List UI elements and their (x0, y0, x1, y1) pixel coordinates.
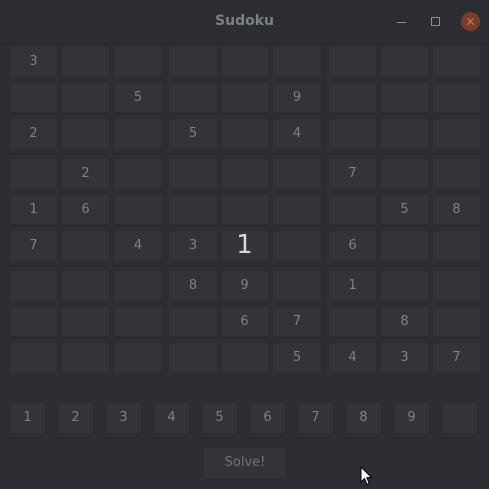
sudoku-cell[interactable] (272, 230, 322, 261)
sudoku-cell[interactable] (272, 194, 322, 225)
sudoku-cell[interactable]: 4 (113, 230, 163, 261)
sudoku-cell[interactable]: 8 (432, 194, 481, 225)
sudoku-cell[interactable] (168, 82, 218, 113)
sudoku-cell[interactable] (61, 82, 110, 113)
numpad-button[interactable]: 8 (345, 402, 382, 434)
minimize-icon[interactable] (393, 13, 411, 31)
sudoku-cell[interactable]: 2 (61, 158, 110, 189)
maximize-icon[interactable] (427, 13, 445, 31)
numpad-button[interactable]: 6 (249, 402, 286, 434)
sudoku-cell[interactable] (432, 230, 481, 261)
solve-button[interactable]: Solve! (203, 447, 287, 479)
sudoku-cell[interactable] (380, 158, 429, 189)
sudoku-cell[interactable]: 1 (9, 194, 58, 225)
sudoku-cell[interactable] (113, 194, 163, 225)
sudoku-cell[interactable]: 4 (328, 342, 377, 373)
sudoku-cell[interactable] (168, 46, 218, 77)
numpad-button[interactable] (441, 402, 478, 434)
sudoku-cell[interactable] (9, 82, 58, 113)
sudoku-cell[interactable] (220, 194, 269, 225)
window-title: Sudoku (215, 13, 274, 29)
sudoku-cell[interactable]: 6 (220, 306, 269, 337)
sudoku-cell[interactable] (220, 158, 269, 189)
sudoku-cell[interactable] (328, 46, 377, 77)
sudoku-cell[interactable] (61, 306, 110, 337)
title-bar: Sudoku (0, 0, 489, 44)
close-icon[interactable] (461, 12, 480, 31)
sudoku-cell[interactable] (168, 306, 218, 337)
sudoku-cell[interactable]: 6 (61, 194, 110, 225)
sudoku-cell[interactable]: 5 (113, 82, 163, 113)
sudoku-cell[interactable] (272, 158, 322, 189)
sudoku-cell[interactable] (432, 46, 481, 77)
numpad-button[interactable]: 7 (297, 402, 334, 434)
sudoku-cell[interactable]: 6 (328, 230, 377, 261)
numpad-button[interactable]: 4 (153, 402, 190, 434)
sudoku-cell[interactable]: 4 (272, 118, 322, 149)
numpad-button[interactable]: 1 (9, 402, 46, 434)
sudoku-cell[interactable]: 8 (380, 306, 429, 337)
sudoku-cell[interactable]: 9 (220, 270, 269, 301)
sudoku-cell[interactable] (9, 270, 58, 301)
sudoku-cell[interactable] (432, 82, 481, 113)
sudoku-cell[interactable] (61, 270, 110, 301)
sudoku-cell[interactable] (220, 82, 269, 113)
numpad-button[interactable]: 5 (201, 402, 238, 434)
sudoku-cell[interactable]: 7 (328, 158, 377, 189)
sudoku-cell[interactable]: 9 (272, 82, 322, 113)
sudoku-cell[interactable] (9, 342, 58, 373)
sudoku-cell[interactable] (220, 118, 269, 149)
sudoku-cell[interactable] (272, 270, 322, 301)
numpad-button[interactable]: 2 (57, 402, 94, 434)
sudoku-cell[interactable] (328, 194, 377, 225)
sudoku-cell[interactable] (380, 82, 429, 113)
sudoku-cell[interactable] (380, 270, 429, 301)
sudoku-cell[interactable] (9, 306, 58, 337)
sudoku-cell[interactable] (113, 342, 163, 373)
sudoku-cell[interactable] (168, 342, 218, 373)
sudoku-cell[interactable] (113, 306, 163, 337)
sudoku-cell[interactable] (432, 306, 481, 337)
sudoku-cell[interactable] (61, 342, 110, 373)
numpad-button[interactable]: 9 (393, 402, 430, 434)
sudoku-cell[interactable] (272, 46, 322, 77)
sudoku-cell[interactable]: 8 (168, 270, 218, 301)
sudoku-cell[interactable] (113, 46, 163, 77)
sudoku-cell[interactable] (61, 230, 110, 261)
sudoku-cell[interactable] (113, 118, 163, 149)
sudoku-cell[interactable] (432, 158, 481, 189)
sudoku-cell[interactable] (380, 46, 429, 77)
sudoku-cell[interactable] (328, 306, 377, 337)
sudoku-cell[interactable] (9, 158, 58, 189)
sudoku-cell[interactable] (168, 158, 218, 189)
sudoku-cell[interactable] (220, 46, 269, 77)
sudoku-cell[interactable] (61, 46, 110, 77)
sudoku-cell[interactable] (113, 158, 163, 189)
sudoku-cell[interactable]: 3 (380, 342, 429, 373)
sudoku-cell[interactable] (380, 118, 429, 149)
sudoku-cell[interactable]: 7 (9, 230, 58, 261)
sudoku-cell[interactable] (113, 270, 163, 301)
sudoku-cell[interactable]: 5 (168, 118, 218, 149)
numpad-button[interactable]: 3 (105, 402, 142, 434)
sudoku-cell[interactable] (220, 342, 269, 373)
sudoku-cell[interactable]: 1 (220, 230, 269, 261)
sudoku-cell[interactable]: 7 (272, 306, 322, 337)
sudoku-cell[interactable]: 2 (9, 118, 58, 149)
sudoku-cell[interactable]: 5 (272, 342, 322, 373)
sudoku-cell[interactable] (328, 118, 377, 149)
sudoku-cell[interactable] (432, 270, 481, 301)
sudoku-cell[interactable]: 3 (9, 46, 58, 77)
sudoku-cell[interactable] (61, 118, 110, 149)
sudoku-cell[interactable] (328, 82, 377, 113)
sudoku-cell[interactable]: 1 (328, 270, 377, 301)
sudoku-cell[interactable] (168, 194, 218, 225)
sudoku-cell[interactable] (380, 230, 429, 261)
mouse-cursor-icon (360, 466, 373, 486)
sudoku-cell[interactable]: 7 (432, 342, 481, 373)
sudoku-cell[interactable]: 5 (380, 194, 429, 225)
sudoku-cell[interactable]: 3 (168, 230, 218, 261)
sudoku-cell[interactable] (432, 118, 481, 149)
